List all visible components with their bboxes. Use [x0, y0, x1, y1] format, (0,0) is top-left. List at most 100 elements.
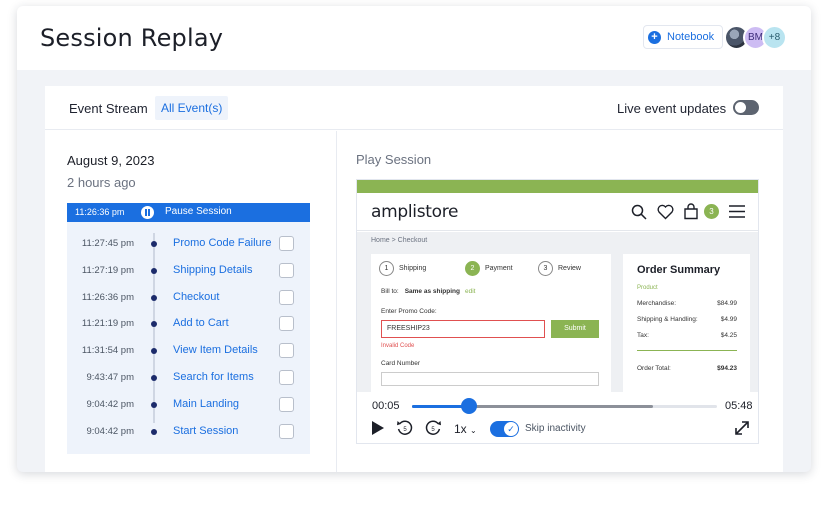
store-breadcrumb: Home > Checkout	[371, 237, 428, 244]
event-checkbox[interactable]	[279, 316, 294, 332]
fullscreen-icon[interactable]	[735, 421, 749, 435]
shopping-bag-icon	[684, 203, 698, 220]
timeline-dot	[151, 267, 157, 274]
summary-row-value: $84.99	[717, 300, 737, 307]
step-number: 3	[538, 261, 553, 276]
event-label[interactable]: View Item Details	[173, 344, 258, 356]
event-time: 11:27:19 pm	[81, 264, 134, 276]
event-time: 9:04:42 pm	[86, 425, 134, 437]
heart-icon	[657, 204, 674, 220]
session-player: amplistore 3 Home > Checkout 1 Shipping …	[356, 179, 759, 444]
event-checkbox[interactable]	[279, 343, 294, 359]
event-label[interactable]: Search for Items	[173, 371, 254, 383]
pause-time: 11:26:36 pm	[75, 207, 125, 217]
play-icon[interactable]	[371, 420, 385, 436]
session-date: August 9, 2023	[67, 153, 155, 168]
cart-count-badge: 3	[704, 204, 719, 219]
event-row[interactable]: 11:21:19 pm Add to Cart	[67, 313, 310, 335]
event-row[interactable]: 11:27:19 pm Shipping Details	[67, 260, 310, 282]
order-summary-title: Order Summary	[637, 264, 721, 276]
toggle-knob	[735, 102, 746, 113]
event-label[interactable]: Checkout	[173, 291, 219, 303]
summary-row-label: Tax:	[637, 332, 649, 339]
event-timeline: 11:26:36 pm Pause Session 11:27:45 pm Pro…	[67, 203, 310, 454]
event-checkbox[interactable]	[279, 236, 294, 251]
event-row[interactable]: 9:04:42 pm Main Landing	[67, 394, 310, 416]
bill-to-edit-link: edit	[464, 288, 476, 295]
bill-to-value: Same as shipping	[404, 288, 460, 295]
event-label[interactable]: Main Landing	[173, 398, 239, 410]
step-number: 2	[465, 261, 480, 276]
timeline-dot	[151, 348, 157, 355]
playback-speed-dropdown[interactable]: 1x ⌄	[454, 422, 477, 436]
event-label[interactable]: Add to Cart	[173, 317, 229, 329]
event-label[interactable]: Promo Code Failure	[173, 237, 271, 249]
bill-to-label: Bill to:	[381, 288, 399, 295]
promo-code-label: Enter Promo Code:	[381, 308, 437, 315]
checkout-page: Home > Checkout 1 Shipping 2 Payment 3 R…	[357, 232, 758, 394]
skip-inactivity-toggle[interactable]: ✓	[490, 421, 519, 437]
timeline-dot	[151, 428, 157, 435]
step-payment: 2 Payment	[465, 261, 513, 276]
notebook-button[interactable]: + Notebook	[643, 25, 724, 49]
rewind-icon[interactable]: 5	[396, 419, 414, 437]
order-total-label: Order Total:	[637, 365, 671, 372]
summary-row-value: $4.25	[720, 332, 737, 339]
step-label: Payment	[485, 265, 513, 272]
live-updates-label: Live event updates	[617, 101, 727, 116]
step-label: Review	[558, 265, 581, 272]
event-row[interactable]: 11:31:54 pm View Item Details	[67, 340, 310, 362]
summary-row: Tax: $4.25	[637, 332, 737, 339]
avatar-group[interactable]: BM +8	[724, 25, 787, 50]
summary-row-value: $4.99	[720, 316, 737, 323]
more-avatars-badge[interactable]: +8	[762, 25, 787, 50]
seek-handle[interactable]	[461, 398, 477, 414]
session-relative-time: 2 hours ago	[67, 175, 136, 190]
play-session-title: Play Session	[356, 152, 432, 167]
summary-divider	[637, 350, 737, 351]
event-row[interactable]: 9:43:47 pm Search for Items	[67, 367, 310, 389]
timeline-dot	[151, 375, 157, 381]
order-total-value: $94.23	[717, 365, 737, 372]
notebook-label: Notebook	[667, 31, 715, 43]
event-stream-column: August 9, 2023 2 hours ago 11:26:36 pm P…	[45, 131, 337, 472]
playback-speed-value: 1x	[454, 422, 467, 436]
event-checkbox[interactable]	[279, 423, 294, 439]
timeline-dot	[151, 321, 157, 328]
pause-label: Pause Session	[165, 206, 232, 217]
menu-icon	[729, 205, 745, 218]
event-checkbox[interactable]	[279, 370, 294, 385]
svg-text:5: 5	[431, 427, 435, 433]
event-row[interactable]: 9:04:42 pm Start Session	[67, 421, 310, 443]
card-number-label: Card Number	[381, 360, 421, 367]
checkout-form: 1 Shipping 2 Payment 3 Review Bill to: S…	[371, 254, 611, 394]
top-bar: Session Replay + Notebook BM +8	[17, 6, 811, 70]
pause-icon	[141, 206, 154, 219]
timeline-dot	[151, 294, 157, 301]
event-row[interactable]: 11:27:45 pm Promo Code Failure	[67, 233, 310, 255]
pause-session-row[interactable]: 11:26:36 pm Pause Session	[67, 203, 310, 222]
seek-bar[interactable]	[412, 405, 717, 408]
panel-header: Event Stream All Event(s) Live event upd…	[45, 86, 783, 130]
event-row[interactable]: 11:26:36 pm Checkout	[67, 287, 310, 309]
event-label[interactable]: Shipping Details	[173, 264, 253, 276]
event-label[interactable]: Start Session	[173, 425, 238, 437]
promo-submit-button: Submit	[551, 320, 599, 338]
event-checkbox[interactable]	[279, 289, 294, 305]
plus-icon: +	[648, 30, 661, 44]
product-label: Product	[637, 285, 658, 291]
event-stream-title: Event Stream	[69, 101, 148, 116]
fast-forward-icon[interactable]: 5	[424, 419, 442, 437]
event-time: 9:04:42 pm	[86, 398, 134, 410]
card-number-input	[381, 372, 599, 386]
event-time: 11:26:36 pm	[81, 291, 134, 303]
summary-row-label: Shipping & Handling:	[637, 316, 698, 323]
timeline-dot	[151, 241, 157, 247]
live-updates-toggle[interactable]	[733, 100, 759, 115]
invalid-code-message: Invalid Code	[381, 343, 415, 349]
store-header: amplistore 3	[357, 193, 758, 231]
step-shipping: 1 Shipping	[379, 261, 426, 276]
event-checkbox[interactable]	[279, 396, 294, 412]
event-filter-dropdown[interactable]: All Event(s)	[155, 96, 229, 120]
event-checkbox[interactable]	[279, 262, 294, 278]
